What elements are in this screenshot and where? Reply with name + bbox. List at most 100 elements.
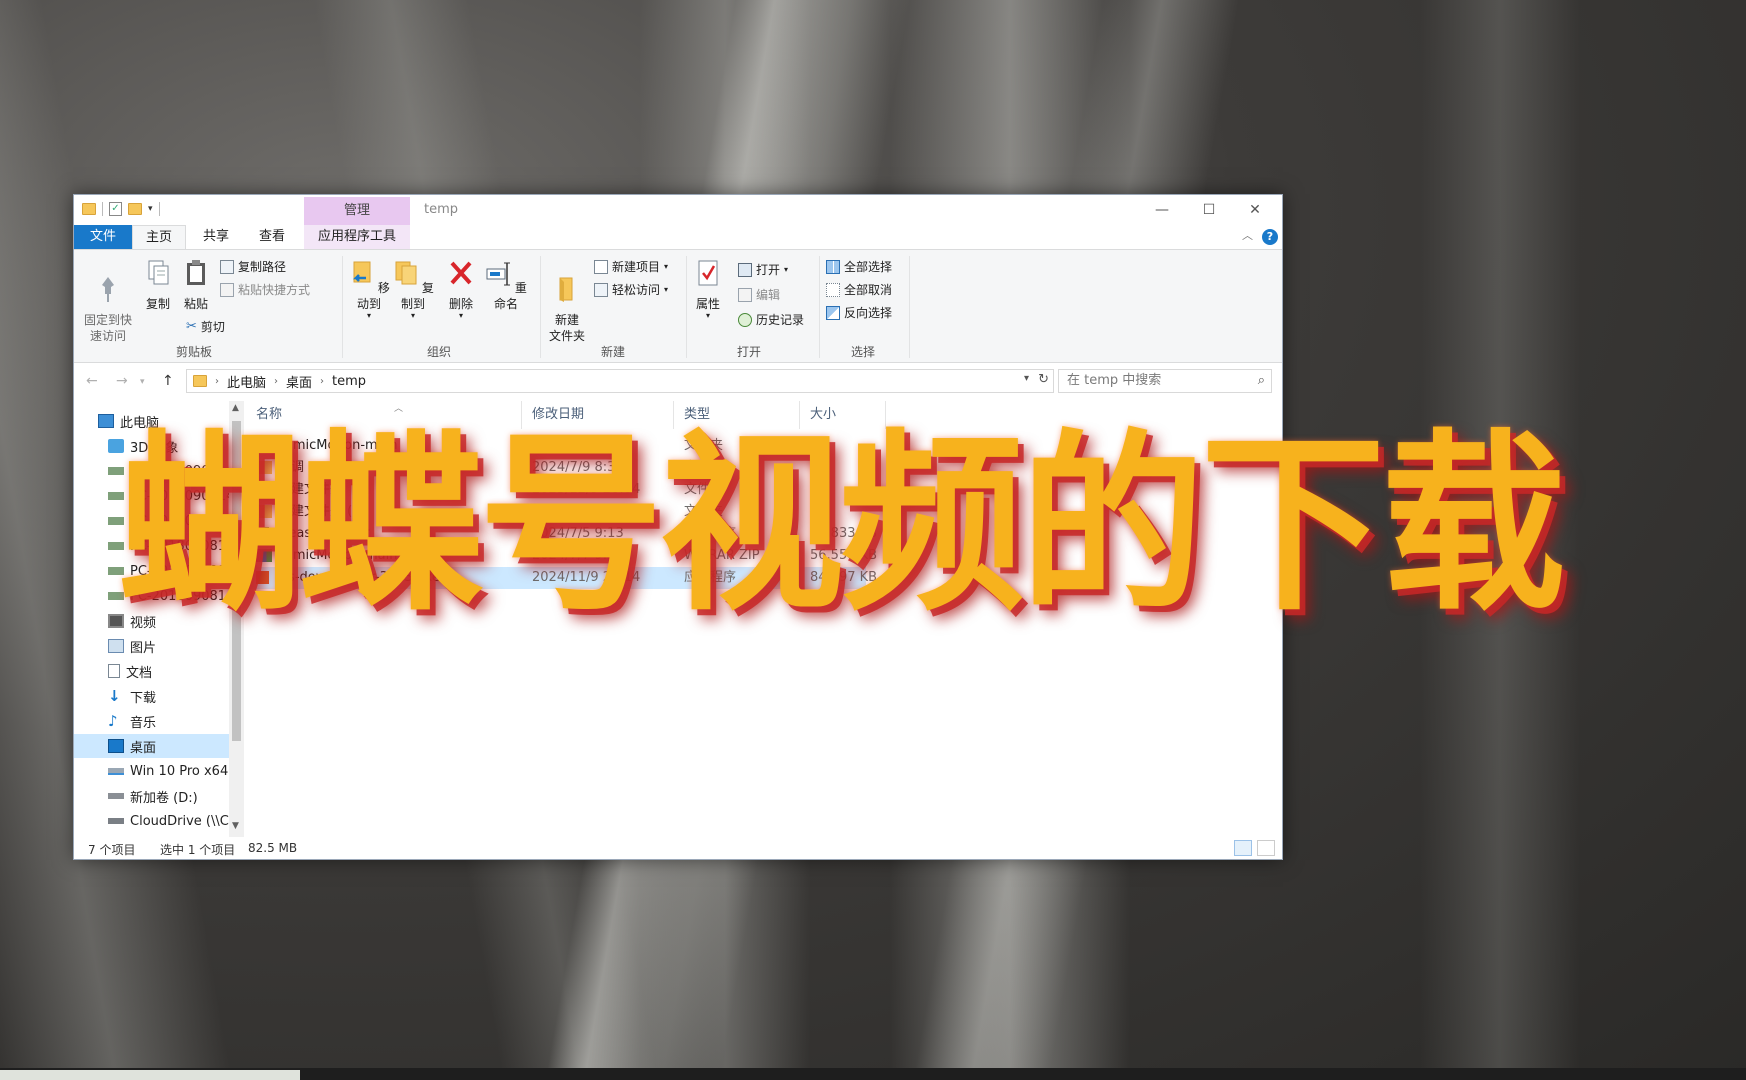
copy-icon <box>148 260 169 285</box>
paste-shortcut-label: 粘贴快捷方式 <box>238 283 311 297</box>
help-icon[interactable]: ? <box>1262 229 1278 245</box>
new-item-button[interactable]: 新建项目 ▾ <box>594 258 668 275</box>
pin-quick-access-label: 固定到快 速访问 <box>83 313 132 343</box>
nav-item-music[interactable]: ♪ 音乐 <box>74 709 230 733</box>
chevron-right-icon[interactable]: › <box>320 376 324 387</box>
easy-access-label: 轻松访问 <box>612 283 661 297</box>
status-item-count: 7 个项目 <box>88 843 136 857</box>
new-folder-icon[interactable] <box>128 203 142 215</box>
easy-access-icon <box>594 282 608 297</box>
chevron-down-icon: ▾ <box>410 311 415 320</box>
nav-item-pictures[interactable]: 图片 <box>74 634 230 658</box>
details-view-icon[interactable] <box>1234 840 1252 856</box>
history-label: 历史记录 <box>756 313 805 327</box>
edit-icon <box>738 287 752 302</box>
tab-home[interactable]: 主页 <box>132 225 186 249</box>
paste-label: 粘贴 <box>183 297 208 311</box>
nav-item-cloud-drive[interactable]: CloudDrive (\\Cl <box>74 809 230 833</box>
open-button[interactable]: 打开 ▾ <box>738 261 788 278</box>
properties-check-icon[interactable]: ✓ <box>109 202 122 216</box>
easy-access-button[interactable]: 轻松访问 ▾ <box>594 281 668 298</box>
divider <box>686 256 687 358</box>
drive-icon <box>108 793 124 799</box>
status-bar: 7 个项目 选中 1 个项目 82.5 MB <box>74 837 1282 859</box>
system-drive-icon <box>108 767 124 775</box>
forward-arrow-icon[interactable]: → <box>116 373 128 389</box>
back-arrow-icon[interactable]: ← <box>86 373 98 389</box>
scroll-up-chevron-icon[interactable]: ▲ <box>232 403 239 413</box>
nav-item-label: 新加卷 (D:) <box>130 790 198 806</box>
new-folder-label: 新建 文件夹 <box>548 313 585 343</box>
pc-icon <box>98 414 114 428</box>
tab-share[interactable]: 共享 <box>189 225 243 249</box>
cut-button[interactable]: ✂ 剪切 <box>186 318 225 335</box>
properties-icon <box>698 260 718 286</box>
music-icon: ♪ <box>108 712 118 730</box>
address-dropdown-chevron-icon[interactable]: ▾ <box>1024 373 1029 384</box>
nav-item-label: 桌面 <box>130 740 157 756</box>
properties-button[interactable]: 属性 ▾ <box>690 258 726 320</box>
recent-locations-chevron-icon[interactable]: ▾ <box>140 377 145 387</box>
folder-icon <box>82 203 96 215</box>
pin-icon <box>102 277 114 302</box>
paste-button[interactable]: 粘贴 <box>178 258 214 312</box>
new-folder-icon <box>559 277 573 302</box>
large-icons-view-icon[interactable] <box>1257 840 1275 856</box>
nav-item-drive-d[interactable]: 新加卷 (D:) <box>74 784 230 808</box>
edit-button[interactable]: 编辑 <box>738 286 780 303</box>
nav-item-downloads[interactable]: ↓ 下载 <box>74 684 230 708</box>
scroll-down-chevron-icon[interactable]: ▼ <box>232 821 239 831</box>
breadcrumb-temp[interactable]: temp <box>332 374 366 389</box>
copy-path-label: 复制路径 <box>238 260 287 274</box>
nav-item-desktop[interactable]: 桌面 <box>74 734 230 758</box>
copy-path-button[interactable]: 复制路径 <box>220 258 286 275</box>
nav-item-label: Win 10 Pro x64 <box>130 763 229 779</box>
close-button[interactable]: ✕ <box>1232 199 1278 221</box>
invert-selection-button[interactable]: 反向选择 <box>826 304 892 321</box>
taskbar-active-app[interactable] <box>0 1070 300 1080</box>
select-none-button[interactable]: 全部取消 <box>826 281 892 298</box>
cut-label: 剪切 <box>200 320 225 334</box>
search-input[interactable]: 在 temp 中搜索 ⌕ <box>1058 369 1272 393</box>
divider <box>102 202 103 216</box>
refresh-icon[interactable]: ↻ <box>1038 372 1049 387</box>
context-tab-manage: 管理 <box>304 197 410 225</box>
delete-button[interactable]: 删除 ▾ <box>444 258 478 320</box>
up-arrow-icon[interactable]: ↑ <box>162 373 174 389</box>
tab-application-tools[interactable]: 应用程序工具 <box>304 225 410 249</box>
move-to-button[interactable]: 移动到 ▾ <box>348 258 390 320</box>
nav-item-label: 音乐 <box>130 715 157 731</box>
tab-file[interactable]: 文件 <box>74 225 132 249</box>
address-bar-row: ← → ▾ ↑ › 此电脑 › 桌面 › temp ▾ ↻ 在 temp 中搜索… <box>74 363 1282 399</box>
copy-to-button[interactable]: 复制到 ▾ <box>392 258 434 320</box>
maximize-button[interactable]: ☐ <box>1186 199 1232 221</box>
new-folder-button[interactable]: 新建 文件夹 <box>544 258 590 344</box>
breadcrumb-desktop[interactable]: 桌面 <box>286 372 312 391</box>
pin-quick-access-button[interactable]: 固定到快 速访问 <box>78 258 138 344</box>
breadcrumb-this-pc[interactable]: 此电脑 <box>227 372 266 391</box>
group-label-clipboard: 剪贴板 <box>175 345 212 359</box>
scissors-icon: ✂ <box>186 319 197 334</box>
delete-icon <box>450 261 472 285</box>
search-icon[interactable]: ⌕ <box>1258 370 1265 392</box>
chevron-right-icon[interactable]: › <box>215 376 219 387</box>
nav-item-label: 图片 <box>130 640 157 656</box>
nav-item-system-drive[interactable]: Win 10 Pro x64 <box>74 759 230 783</box>
breadcrumb[interactable]: › 此电脑 › 桌面 › temp ▾ ↻ <box>186 369 1054 393</box>
history-button[interactable]: 历史记录 <box>738 311 804 328</box>
tab-view[interactable]: 查看 <box>245 225 299 249</box>
select-all-button[interactable]: 全部选择 <box>826 258 892 275</box>
invert-selection-icon <box>826 305 840 320</box>
minimize-ribbon-chevron-icon[interactable]: ︿ <box>1242 227 1253 243</box>
download-icon: ↓ <box>108 687 121 705</box>
minimize-button[interactable]: — <box>1139 199 1185 221</box>
copy-button[interactable]: 复制 <box>140 258 176 312</box>
rename-button[interactable]: 重命名 <box>484 258 528 312</box>
customize-toolbar-chevron-icon[interactable]: ▾ <box>148 204 153 214</box>
paste-shortcut-button[interactable]: 粘贴快捷方式 <box>220 281 310 298</box>
chevron-right-icon[interactable]: › <box>274 376 278 387</box>
nav-item-documents[interactable]: 文档 <box>74 659 230 683</box>
chevron-down-icon: ▾ <box>664 285 669 294</box>
copy-to-icon <box>395 261 417 285</box>
nav-item-label: CloudDrive (\\Cl <box>130 813 230 829</box>
